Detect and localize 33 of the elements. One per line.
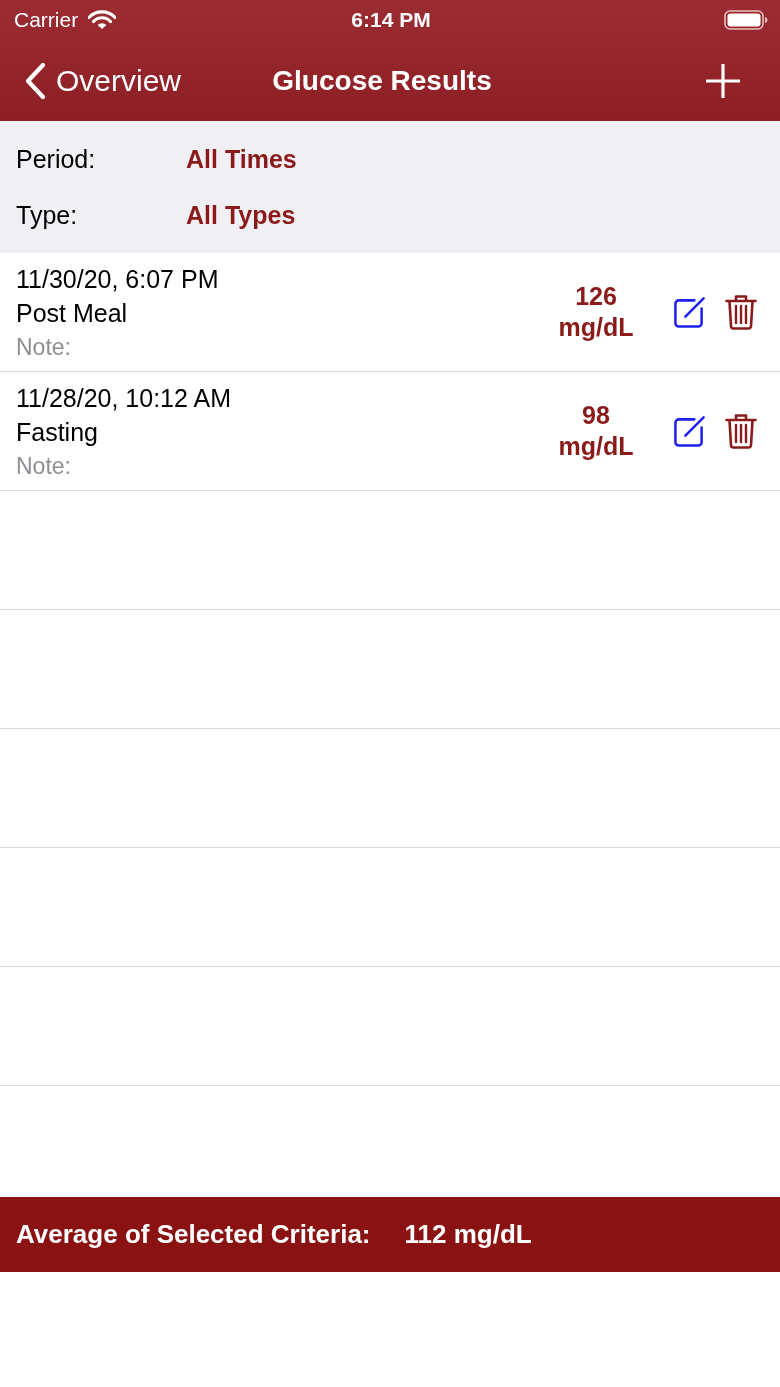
note-label: Note: (16, 332, 71, 362)
chevron-left-icon (24, 61, 46, 100)
average-label: Average of Selected Criteria: (16, 1219, 371, 1250)
result-datetime: 11/30/20, 6:07 PM (16, 263, 219, 295)
carrier-label: Carrier (14, 8, 79, 32)
average-value: 112 mg/dL (404, 1219, 532, 1250)
screen-title: Glucose Results (272, 63, 492, 98)
edit-button[interactable] (673, 295, 706, 329)
delete-button[interactable] (725, 413, 757, 449)
delete-button[interactable] (725, 294, 757, 330)
edit-button[interactable] (673, 414, 706, 448)
filter-label: Period: (16, 144, 97, 174)
result-datetime: 11/28/20, 10:12 AM (16, 382, 231, 414)
glucose-value: 98 (582, 400, 610, 431)
result-type: Post Meal (16, 297, 128, 329)
glucose-unit: mg/dL (558, 312, 634, 343)
trash-icon (725, 294, 757, 330)
filter-value-button[interactable]: All Times (186, 144, 297, 174)
trash-icon (725, 413, 757, 449)
battery-icon (724, 10, 768, 30)
result-type: Fasting (16, 416, 98, 448)
clock-time: 6:14 PM (351, 8, 431, 32)
note-label: Note: (16, 451, 71, 481)
edit-icon (673, 295, 706, 329)
edit-icon (673, 414, 706, 448)
back-button[interactable]: Overview (24, 60, 182, 101)
add-button[interactable] (706, 63, 740, 98)
wifi-icon (88, 10, 117, 30)
plus-icon (706, 63, 740, 98)
filter-label: Type: (16, 200, 79, 230)
filter-value-button[interactable]: All Types (186, 200, 296, 230)
glucose-value: 126 (575, 281, 617, 312)
glucose-unit: mg/dL (558, 431, 634, 462)
